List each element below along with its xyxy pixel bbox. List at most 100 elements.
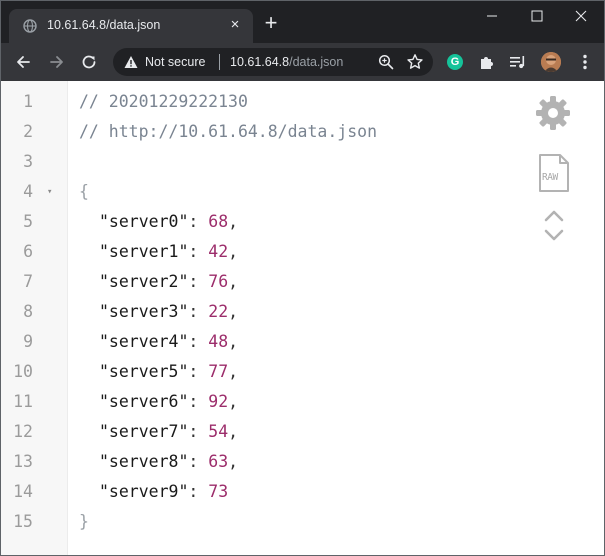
json-key: "server9" [99,482,189,501]
json-number: 63 [208,452,229,471]
grammarly-extension-icon[interactable]: G [447,54,463,70]
json-number: 48 [208,332,229,351]
line-number: 6 [23,242,33,261]
raw-file-icon[interactable]: RAW [538,153,570,193]
json-key: "server0" [99,212,189,231]
title-bar: 10.61.64.8/data.json × + [1,1,604,43]
json-separator: : [188,242,209,261]
json-number: 54 [208,422,229,441]
address-bar[interactable]: Not secure 10.61.64.8/data.json [113,48,433,76]
json-separator: : [188,272,209,291]
json-pair: "server6": 92, [79,387,238,417]
json-key: "server1" [99,242,189,261]
json-separator: : [188,392,209,411]
json-key: "server7" [99,422,189,441]
json-comma: , [228,332,239,351]
json-comma: , [228,212,239,231]
profile-avatar[interactable] [541,52,561,72]
json-separator: : [188,452,209,471]
json-comma: , [228,452,239,471]
close-brace: } [79,512,89,531]
line-number: 15 [13,512,33,531]
puzzle-icon[interactable] [477,52,497,72]
line-number: 9 [23,332,33,351]
code-line: 5 "server0": 68, [1,207,601,237]
chevron-up-icon[interactable] [543,209,565,223]
json-pair: "server8": 63, [79,447,238,477]
json-pair: "server2": 76, [79,267,238,297]
json-comma: , [228,422,239,441]
json-key: "server8" [99,452,189,471]
json-comma: , [228,242,239,261]
maximize-button[interactable] [522,5,552,27]
json-comma: , [228,302,239,321]
code-line: 11 "server6": 92, [1,387,601,417]
json-key: "server3" [99,302,189,321]
json-comma: , [228,392,239,411]
tab-data-json[interactable]: 10.61.64.8/data.json × [9,9,253,43]
kebab-menu-icon[interactable] [575,52,595,72]
code-line: 8 "server3": 22, [1,297,601,327]
json-separator: : [188,482,209,501]
line-number: 13 [13,452,33,471]
line-number: 7 [23,272,33,291]
json-separator: : [188,422,209,441]
code-line: 4 ▾ { [1,177,601,207]
json-pair: "server9": 73 [79,477,228,507]
json-viewer: 1 // 20201229222130 2 // http://10.61.64.8/… [1,81,604,555]
json-number: 68 [208,212,229,231]
gear-icon[interactable] [535,95,571,131]
line-number: 8 [23,302,33,321]
code-line: 9 "server4": 48, [1,327,601,357]
star-icon[interactable] [406,53,424,71]
code-line: 14 "server9": 73 [1,477,601,507]
json-comma: , [228,272,239,291]
json-pair: "server0": 68, [79,207,238,237]
json-pair: "server5": 77, [79,357,238,387]
json-number: 42 [208,242,229,261]
viewer-tools: RAW [533,95,577,255]
globe-icon [23,19,37,33]
avatar-face-icon [541,52,561,72]
arrow-left-icon[interactable] [13,52,33,72]
warning-icon[interactable] [124,55,138,69]
browser-window: 10.61.64.8/data.json × + Not secure 10.6… [0,0,605,556]
line-number: 4 [23,182,33,201]
code-line: 3 [1,147,601,177]
tab-close-button[interactable]: × [227,17,243,33]
raw-label: RAW [542,172,558,183]
line-number: 1 [23,92,33,111]
window-close-button[interactable] [566,5,596,27]
url-host: 10.61.64.8 [230,55,290,69]
code-line: 2 // http://10.61.64.8/data.json [1,117,601,147]
json-key: "server2" [99,272,189,291]
json-key: "server5" [99,362,189,381]
json-pair: "server7": 54, [79,417,238,447]
toolbar: Not secure 10.61.64.8/data.json G [1,43,604,81]
json-number: 77 [208,362,229,381]
security-status[interactable]: Not secure [145,55,205,69]
zoom-icon[interactable] [378,54,394,70]
line-number: 14 [13,482,33,501]
json-pair: "server3": 22, [79,297,238,327]
chevron-down-icon[interactable] [543,228,565,242]
json-separator: : [188,212,209,231]
open-brace: { [79,182,89,201]
arrow-right-icon[interactable] [47,52,67,72]
code-line: 15} [1,507,601,537]
json-separator: : [188,302,209,321]
fold-toggle-icon[interactable]: ▾ [47,177,52,207]
comment-text: // 20201229222130 [79,92,248,111]
line-number: 12 [13,422,33,441]
playlist-icon[interactable] [508,52,528,72]
json-key: "server6" [99,392,189,411]
omnibox-divider [219,54,220,70]
minimize-button[interactable] [477,5,507,27]
url-text[interactable]: 10.61.64.8/data.json [230,55,343,69]
json-number: 76 [208,272,229,291]
json-code: 1 // 20201229222130 2 // http://10.61.64.8/… [1,87,601,537]
json-number: 22 [208,302,229,321]
line-number: 5 [23,212,33,231]
reload-icon[interactable] [79,52,99,72]
new-tab-button[interactable]: + [261,12,281,34]
